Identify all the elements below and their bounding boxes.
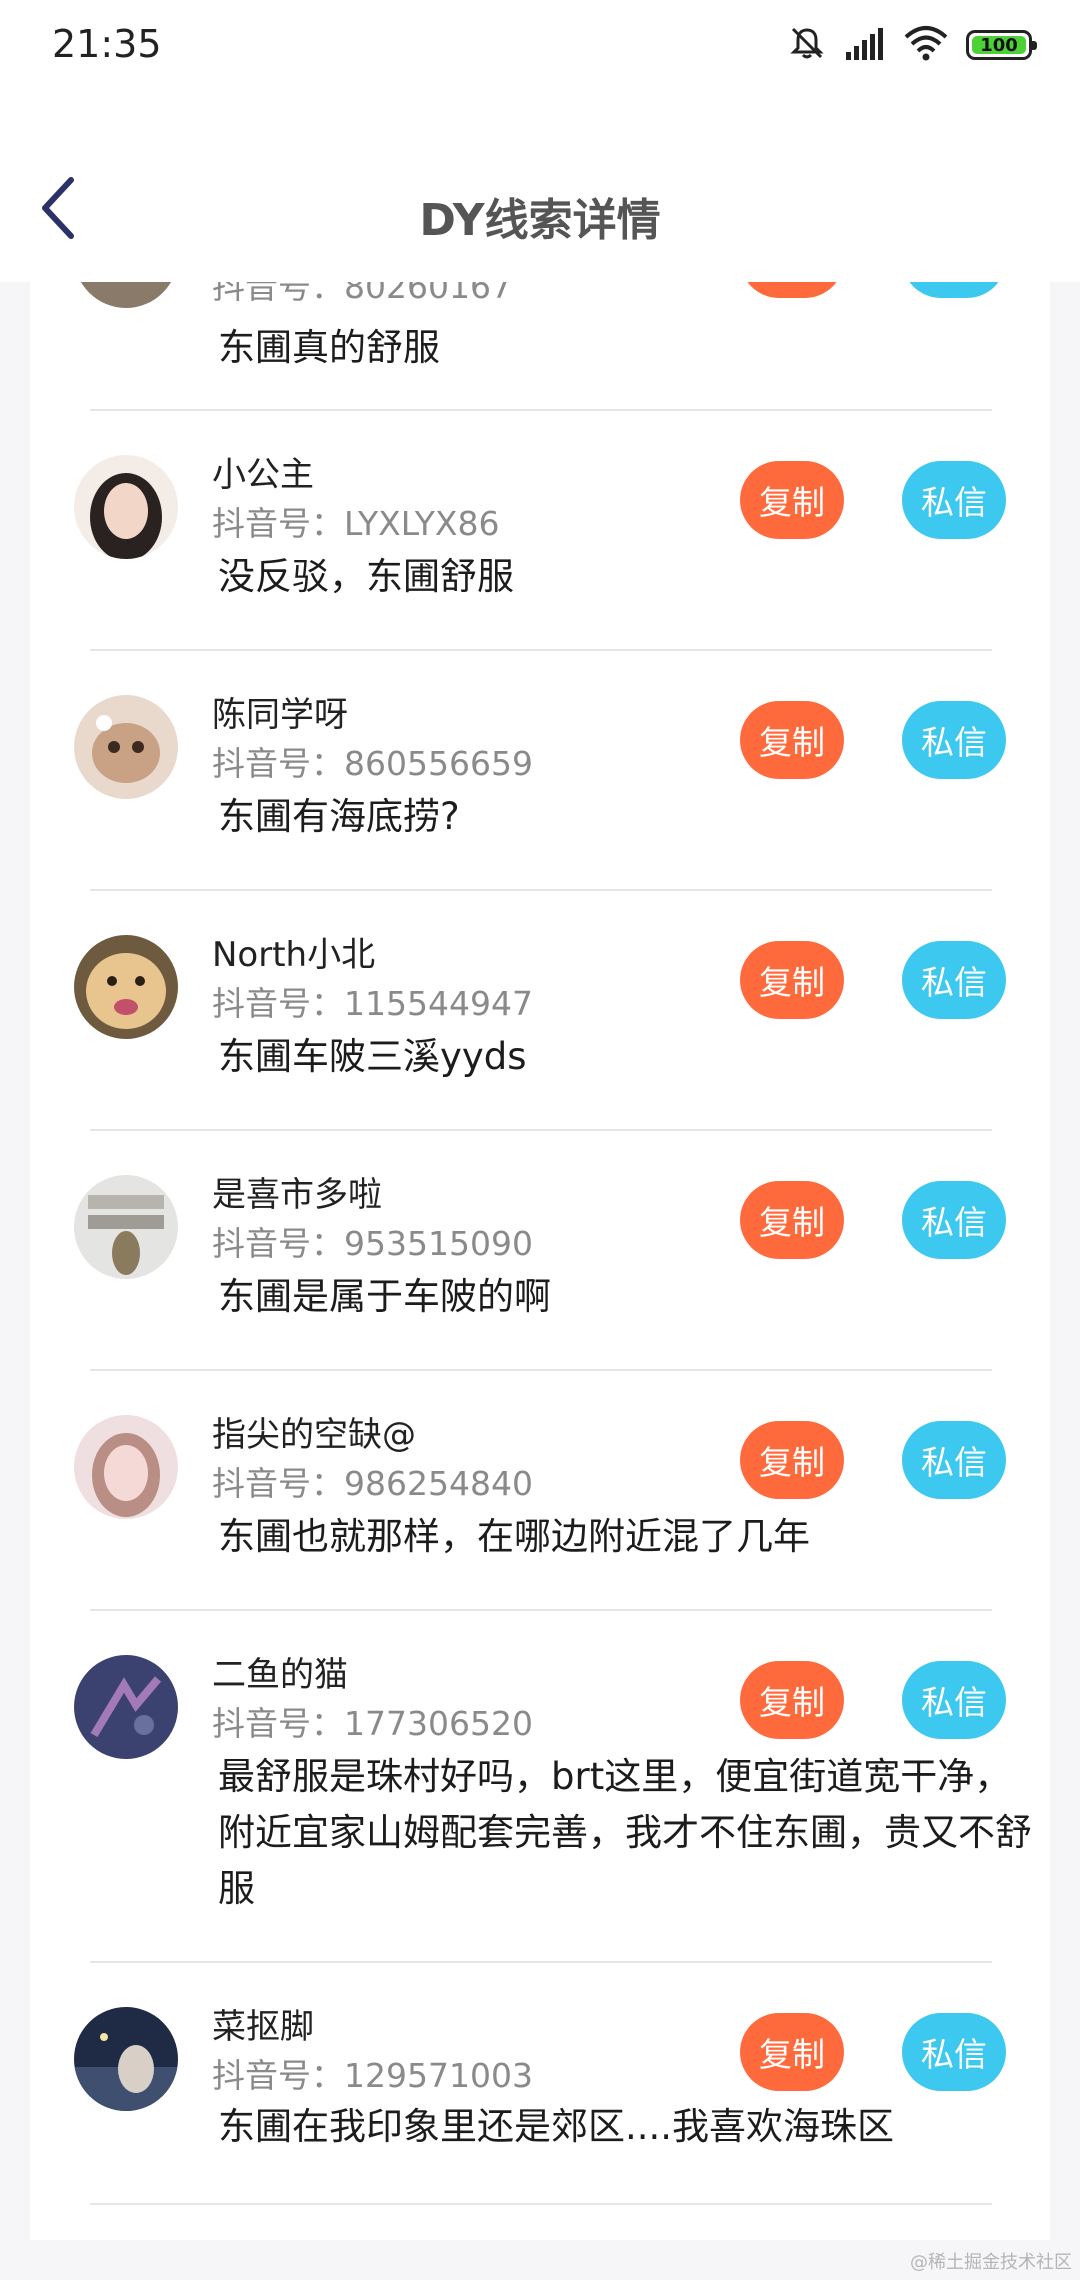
- comment-text: 东圃车陂三溪yyds: [218, 1035, 527, 1078]
- list-item: 指尖的空缺@ 抖音号：986254840 复制 私信 东圃也就那样，在哪边附近混…: [30, 1371, 1050, 1611]
- message-button[interactable]: 私信: [902, 1181, 1006, 1259]
- wifi-icon: [904, 25, 948, 65]
- avatar[interactable]: [74, 1175, 178, 1279]
- avatar[interactable]: [74, 455, 178, 559]
- battery-level: 100: [980, 34, 1018, 56]
- page-title: DY线索详情: [419, 195, 661, 246]
- avatar[interactable]: [74, 695, 178, 799]
- list-item: North小北 抖音号：115544947 复制 私信 东圃车陂三溪yyds: [30, 891, 1050, 1131]
- avatar[interactable]: [74, 1415, 178, 1519]
- avatar[interactable]: [74, 1655, 178, 1759]
- copy-button[interactable]: 复制: [740, 2013, 844, 2091]
- message-button[interactable]: 私信: [902, 1661, 1006, 1739]
- dyid-text: 抖音号：986254840: [212, 1464, 533, 1503]
- mute-icon: [788, 24, 826, 66]
- list-item: 是喜市多啦 抖音号：953515090 复制 私信 东圃是属于车陂的啊: [30, 1131, 1050, 1371]
- copy-button[interactable]: 复制: [740, 461, 844, 539]
- comment-list[interactable]: 抖音号：80260167 复制 私信 东圃真的舒服 小公主 抖音号：LYXLYX…: [30, 282, 1050, 2240]
- status-icons: 100: [788, 24, 1037, 66]
- message-button[interactable]: 私信: [902, 2013, 1006, 2091]
- dyid-text: 抖音号：80260167: [212, 282, 512, 306]
- copy-button[interactable]: 复制: [740, 1181, 844, 1259]
- copy-button[interactable]: 复制: [740, 941, 844, 1019]
- divider: [90, 2203, 992, 2205]
- status-bar: 21:35 100: [0, 0, 1080, 90]
- copy-button[interactable]: 复制: [740, 282, 844, 298]
- copy-button[interactable]: 复制: [740, 701, 844, 779]
- comment-text: 最舒服是珠村好吗，brt这里，便宜街道宽干净，附近宜家山姆配套完善，我才不住东圃…: [218, 1755, 1032, 1910]
- avatar: [74, 282, 178, 308]
- copy-button[interactable]: 复制: [740, 1421, 844, 1499]
- header: DY线索详情: [0, 90, 1080, 282]
- list-item: 二鱼的猫 抖音号：177306520 复制 私信 最舒服是珠村好吗，brt这里，…: [30, 1611, 1050, 1963]
- comment-text: 东圃真的舒服: [218, 326, 440, 369]
- user-name: 是喜市多啦: [212, 1175, 382, 1215]
- dyid-text: 抖音号：115544947: [212, 984, 533, 1023]
- list-item: 菜抠脚 抖音号：129571003 复制 私信 东圃在我印象里还是郊区....我…: [30, 1963, 1050, 2205]
- message-button[interactable]: 私信: [902, 701, 1006, 779]
- comment-text: 东圃在我印象里还是郊区....我喜欢海珠区: [218, 2105, 895, 2148]
- message-button[interactable]: 私信: [902, 1421, 1006, 1499]
- list-item: 小公主 抖音号：LYXLYX86 复制 私信 没反驳，东圃舒服: [30, 411, 1050, 651]
- dyid-text: 抖音号：953515090: [212, 1224, 533, 1263]
- dyid-text: 抖音号：860556659: [212, 744, 533, 783]
- comment-text: 没反驳，东圃舒服: [218, 555, 514, 598]
- watermark: @稀土掘金技术社区: [910, 2252, 1072, 2273]
- message-button[interactable]: 私信: [902, 941, 1006, 1019]
- comment-text: 东圃也就那样，在哪边附近混了几年: [218, 1515, 810, 1558]
- dyid-text: 抖音号：LYXLYX86: [212, 504, 500, 543]
- message-button[interactable]: 私信: [902, 461, 1006, 539]
- user-name: 陈同学呀: [212, 695, 348, 735]
- user-name: 菜抠脚: [212, 2007, 314, 2047]
- comment-text: 东圃有海底捞?: [218, 795, 460, 838]
- copy-button[interactable]: 复制: [740, 1661, 844, 1739]
- user-name: 二鱼的猫: [212, 1655, 348, 1695]
- avatar[interactable]: [74, 935, 178, 1039]
- dyid-text: 抖音号：129571003: [212, 2056, 533, 2095]
- message-button[interactable]: 私信: [902, 282, 1006, 298]
- user-name: 小公主: [212, 455, 314, 495]
- list-item: 陈同学呀 抖音号：860556659 复制 私信 东圃有海底捞?: [30, 651, 1050, 891]
- signal-icon: [844, 26, 886, 64]
- battery-icon: 100: [966, 30, 1037, 60]
- user-name: North小北: [212, 935, 376, 975]
- user-name: 指尖的空缺@: [212, 1415, 416, 1455]
- comment-text: 东圃是属于车陂的啊: [218, 1275, 551, 1318]
- status-time: 21:35: [52, 22, 162, 66]
- avatar[interactable]: [74, 2007, 178, 2111]
- dyid-text: 抖音号：177306520: [212, 1704, 533, 1743]
